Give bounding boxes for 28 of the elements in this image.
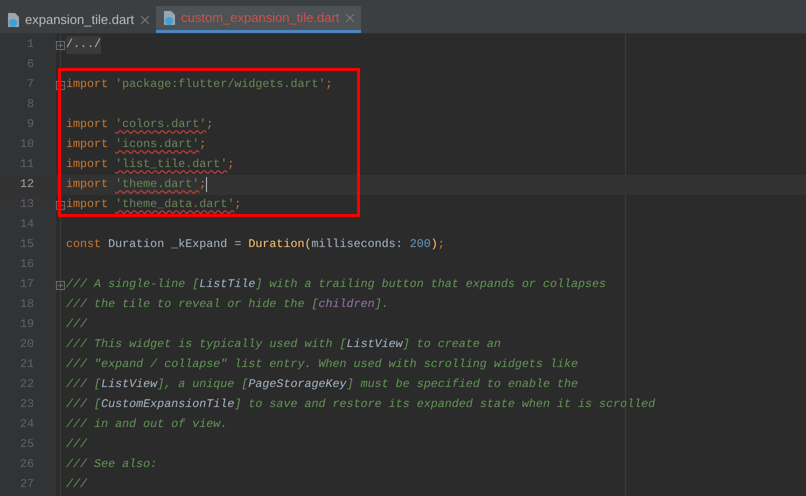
fold-icon[interactable] <box>56 280 65 290</box>
code-line: /// [ListView], a unique [PageStorageKey] must be specified to enable the <box>66 376 578 394</box>
code-line: /// the tile to reveal or hide the [children]. <box>66 296 389 314</box>
code-line: import 'colors.dart'; <box>66 116 214 134</box>
code-line: import 'package:flutter/widgets.dart'; <box>66 76 333 94</box>
fold-icon[interactable] <box>56 80 65 90</box>
dart-file-icon <box>7 12 21 28</box>
code-line: /// in and out of view. <box>66 416 228 434</box>
code-line: /// [CustomExpansionTile] to save and restore its expanded state when it is scrolled <box>66 396 656 414</box>
code-line: import 'theme.dart'; <box>66 176 208 194</box>
dart-file-icon <box>163 10 178 26</box>
code-line: /// A single-line [ListTile] with a trailing button that expands or collapses <box>66 276 606 294</box>
fold-icon[interactable] <box>56 200 65 210</box>
close-icon[interactable] <box>141 16 150 24</box>
code-line: /// <box>66 316 88 334</box>
line-number: 12 <box>18 176 35 194</box>
code-line: import 'list_tile.dart'; <box>66 156 234 174</box>
code-line: import 'icons.dart'; <box>66 136 206 154</box>
code-line: /// This widget is typically used with [ListView] to create an <box>66 336 501 354</box>
code-line: const Duration _kExpand = Duration(milliseconds: 200); <box>66 236 445 254</box>
close-icon[interactable] <box>346 14 354 22</box>
text-cursor <box>206 177 208 192</box>
code-line: /// <box>66 436 88 454</box>
code-line: /// See also: <box>66 456 158 474</box>
code-line: /// <box>66 476 88 494</box>
fold-icon[interactable] <box>56 40 65 50</box>
code-line: /// "expand / collapse" list entry. When used with scrolling widgets like <box>66 356 578 374</box>
code-line: import 'theme_data.dart'; <box>66 196 242 214</box>
